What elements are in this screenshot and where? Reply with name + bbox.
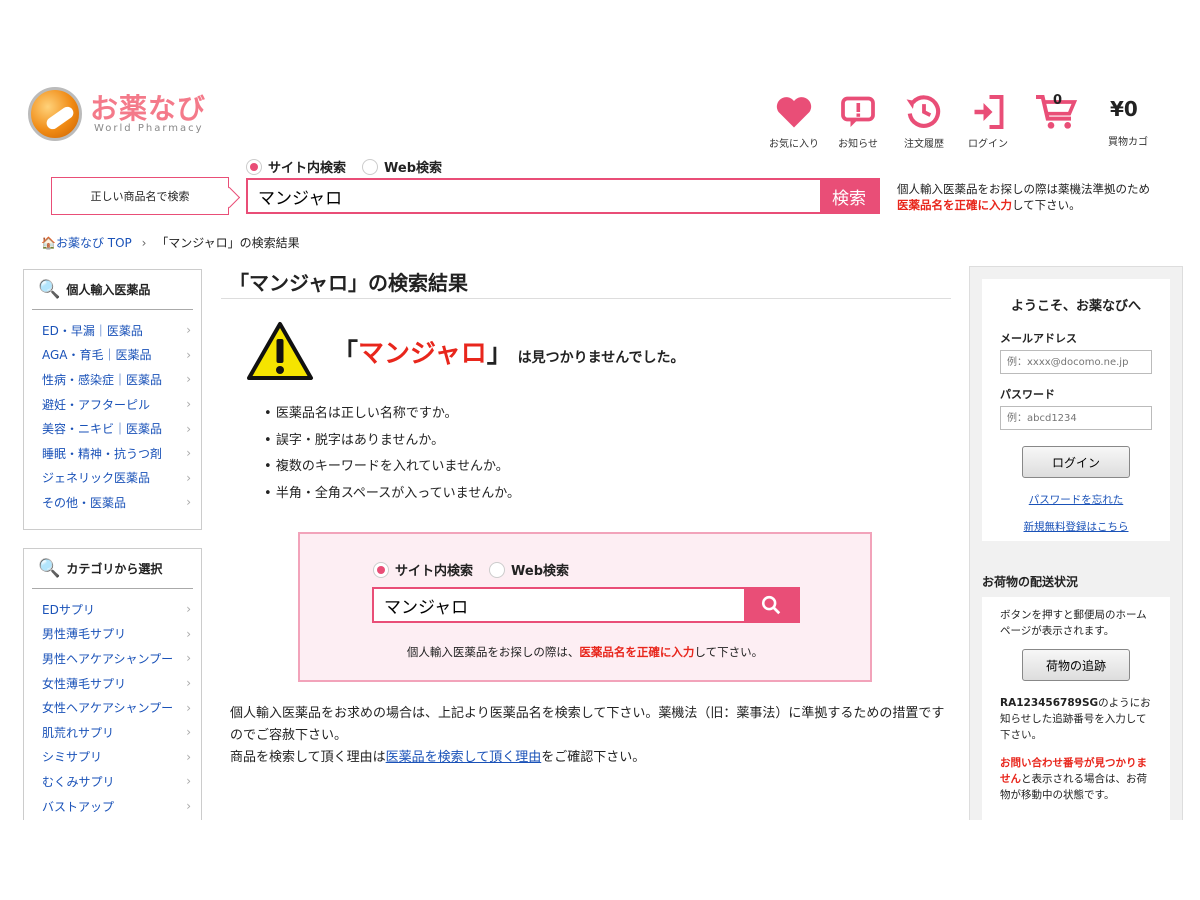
search-icon	[761, 595, 781, 615]
login-icon	[958, 91, 1018, 133]
forgot-password-link[interactable]: パスワードを忘れた	[982, 492, 1170, 507]
email-field[interactable]	[1000, 350, 1152, 374]
sidebar-item[interactable]: 肌荒れサプリ ›	[24, 720, 201, 745]
chevron-right-icon: ›	[186, 700, 191, 715]
tip-item: 半角・全角スペースが入っていませんか。	[264, 481, 520, 508]
radio-web-search[interactable]	[489, 561, 506, 578]
sidebar-item[interactable]: 性病・感染症｜医薬品 ›	[24, 367, 201, 392]
login-header-button[interactable]: ログイン	[958, 91, 1018, 150]
sidebar-item[interactable]: ジェネリック医薬品 ›	[24, 466, 201, 491]
page-title: 「マンジャロ」の検索結果	[221, 261, 951, 299]
logo-text: お薬なび	[90, 92, 207, 125]
chevron-right-icon: ›	[186, 347, 191, 362]
chevron-right-icon: ›	[186, 421, 191, 436]
chevron-right-icon: ›	[186, 446, 191, 461]
sidebar-item[interactable]: シミサプリ ›	[24, 745, 201, 770]
sidebar-item[interactable]: EDサプリ ›	[24, 597, 201, 622]
tip-item: 医薬品名は正しい名称ですか。	[264, 401, 520, 428]
page: お薬なび World Pharmacy お気に入り お知らせ 注文履歴 ログイン…	[0, 0, 1200, 900]
breadcrumb-current: 「マンジャロ」の検索結果	[156, 236, 300, 250]
search-explanation: 個人輸入医薬品をお求めの場合は、上記より医薬品名を検索して下さい。薬機法（旧：薬…	[230, 706, 945, 765]
chevron-right-icon: ›	[186, 676, 191, 691]
cart-total: ¥0	[1110, 97, 1138, 121]
not-found-message: 「マンジャロ」 は見つかりませんでした。	[332, 339, 685, 369]
chevron-right-icon: ›	[186, 799, 191, 814]
shipping-title: お荷物の配送状況	[982, 575, 1079, 589]
search-mode-radios: サイト内検索 Web検索	[246, 157, 442, 176]
chevron-right-icon: ›	[186, 651, 191, 666]
breadcrumb: 🏠お薬なび TOP › 「マンジャロ」の検索結果	[41, 236, 300, 250]
chevron-right-icon: ›	[186, 372, 191, 387]
chevron-right-icon: ›	[186, 749, 191, 764]
cart-count: 0	[1053, 93, 1063, 108]
chevron-right-icon: ›	[186, 470, 191, 485]
search-note: 個人輸入医薬品をお探しの際は薬機法準拠のため 医薬品名を正確に入力して下さい。	[897, 182, 1150, 212]
login-button[interactable]: ログイン	[1022, 446, 1130, 478]
browser-viewport: お薬なび World Pharmacy お気に入り お知らせ 注文履歴 ログイン…	[0, 75, 1200, 820]
sidebar-item[interactable]: その他・医薬品 ›	[24, 490, 201, 515]
sidebar-category-box: 🔍 カテゴリから選択 EDサプリ › 男性薄毛サプリ › 男性ヘアケアシャンプー › 女性薄毛…	[23, 548, 202, 820]
sidebar-item[interactable]: 女性薄毛サプリ ›	[24, 671, 201, 696]
search-input[interactable]	[248, 180, 820, 212]
sidebar-item[interactable]: 男性ヘアケアシャンプー ›	[24, 646, 201, 671]
sidebar-item[interactable]: 美容・ニキビ｜医薬品 ›	[24, 416, 201, 441]
header-search-bar: 検索	[246, 178, 880, 214]
track-package-button[interactable]: 荷物の追跡	[1022, 649, 1130, 681]
favorites-button[interactable]: お気に入り	[764, 91, 824, 150]
retry-search-bar	[372, 587, 800, 623]
search-icon: 🔍	[38, 558, 61, 579]
breadcrumb-home[interactable]: 🏠お薬なび TOP	[41, 236, 132, 250]
logo-pill-icon	[28, 87, 82, 141]
login-panel: ようこそ、お薬なびへ メールアドレス パスワード ログイン パスワードを忘れた …	[982, 279, 1170, 541]
sidebar-medicine-box: 🔍 個人輸入医薬品 ED・早漏｜医薬品 › AGA・育毛｜医薬品 › 性病・感染症｜医薬品…	[23, 269, 202, 530]
password-field[interactable]	[1000, 406, 1152, 430]
radio-site-search[interactable]	[246, 158, 262, 175]
shipping-panel: ボタンを押すと郵便局のホームページが表示されます。 荷物の追跡 RA123456…	[982, 597, 1170, 820]
radio-site-search[interactable]	[373, 561, 389, 578]
search-tips: 医薬品名は正しい名称ですか。誤字・脱字はありませんか。複数のキーワードを入れてい…	[264, 401, 520, 507]
chevron-right-icon: ›	[186, 323, 191, 338]
tip-item: 複数のキーワードを入れていませんか。	[264, 454, 520, 481]
notice-button[interactable]: お知らせ	[828, 91, 888, 150]
home-icon: 🏠	[41, 236, 56, 250]
sidebar-item[interactable]: 避妊・アフターピル ›	[24, 392, 201, 417]
retry-search-box: サイト内検索 Web検索 個人輸入医薬品をお探しの際は、医薬品名を正確に入力して…	[298, 532, 872, 682]
retry-search-button[interactable]	[744, 589, 798, 621]
chevron-right-icon: ›	[186, 626, 191, 641]
sidebar-item[interactable]: 睡眠・精神・抗うつ剤 ›	[24, 441, 201, 466]
search-button[interactable]: 検索	[820, 180, 878, 212]
radio-web-search[interactable]	[362, 158, 379, 175]
chevron-right-icon: ›	[186, 725, 191, 740]
search-reason-link[interactable]: 医薬品を検索して頂く理由	[386, 750, 542, 765]
sidebar-item[interactable]: ED・早漏｜医薬品 ›	[24, 318, 201, 343]
site-logo[interactable]: お薬なび World Pharmacy	[28, 83, 218, 143]
sidebar-item[interactable]: 女性ヘアケアシャンプー ›	[24, 695, 201, 720]
search-keyword: マンジャロ	[358, 339, 487, 369]
chevron-right-icon: ›	[186, 774, 191, 789]
history-icon	[894, 91, 954, 133]
register-link[interactable]: 新規無料登録はこちら	[982, 519, 1170, 534]
search-hint: 正しい商品名で検索	[51, 177, 229, 215]
tip-item: 誤字・脱字はありませんか。	[264, 428, 520, 455]
sidebar-item[interactable]: 男性薄毛サプリ ›	[24, 622, 201, 647]
warning-icon	[246, 321, 314, 385]
sidebar-item[interactable]: AGA・育毛｜医薬品 ›	[24, 343, 201, 368]
notice-icon	[828, 91, 888, 133]
chevron-right-icon: ›	[186, 495, 191, 510]
sidebar-item[interactable]: むくみサプリ ›	[24, 769, 201, 794]
sidebar-item[interactable]: バストアップ ›	[24, 794, 201, 819]
order-history-button[interactable]: 注文履歴	[894, 91, 954, 150]
heart-icon	[764, 91, 824, 133]
cart-label: 買物カゴ	[1108, 137, 1148, 148]
logo-subtitle: World Pharmacy	[94, 123, 204, 134]
search-icon: 🔍	[38, 279, 61, 300]
chevron-right-icon: ›	[186, 602, 191, 617]
right-sidebar: ようこそ、お薬なびへ メールアドレス パスワード ログイン パスワードを忘れた …	[969, 266, 1183, 820]
retry-search-input[interactable]	[374, 589, 744, 621]
chevron-right-icon: ›	[186, 397, 191, 412]
